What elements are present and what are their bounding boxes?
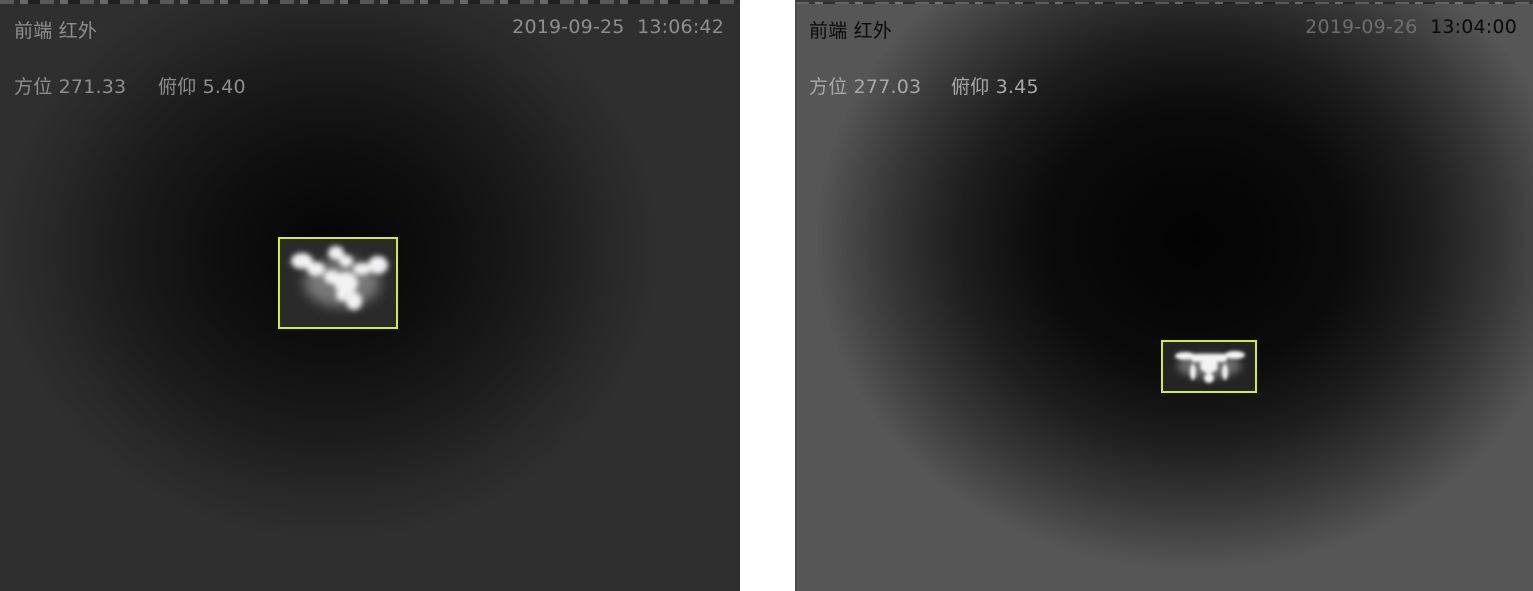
- detection-bounding-box: [278, 237, 398, 329]
- drone-thermal-signature: [280, 239, 396, 327]
- timestamp: 2019-09-25 13:06:42: [512, 16, 724, 38]
- frame-separator: [740, 0, 795, 591]
- drone-thermal-signature: [1163, 342, 1255, 391]
- timestamp-date: 2019-09-25: [512, 16, 625, 38]
- source-label: 前端 红外: [809, 20, 893, 42]
- elevation-readout: 俯仰 5.40: [158, 76, 246, 98]
- source-label: 前端 红外: [14, 20, 98, 42]
- top-strip: [0, 0, 740, 4]
- timestamp: 2019-09-26 13:04:00: [1305, 16, 1517, 38]
- azimuth-readout: 方位 271.33: [14, 76, 127, 98]
- timestamp-time: 13:04:00: [1430, 16, 1517, 38]
- elevation-readout: 俯仰 3.45: [951, 76, 1039, 98]
- infrared-frame-right: 前端 红外 2019-09-26 13:04:00 方位 277.03 俯仰 3…: [795, 0, 1533, 591]
- azimuth-readout: 方位 277.03: [809, 76, 922, 98]
- timestamp-time: 13:06:42: [637, 16, 724, 38]
- infrared-frame-left: 前端 红外 2019-09-25 13:06:42 方位 271.33 俯仰 5…: [0, 0, 740, 591]
- comparison-figure: 前端 红外 2019-09-25 13:06:42 方位 271.33 俯仰 5…: [0, 0, 1533, 591]
- timestamp-date: 2019-09-26: [1305, 16, 1418, 38]
- detection-bounding-box: [1161, 340, 1257, 393]
- top-strip: [795, 0, 1533, 4]
